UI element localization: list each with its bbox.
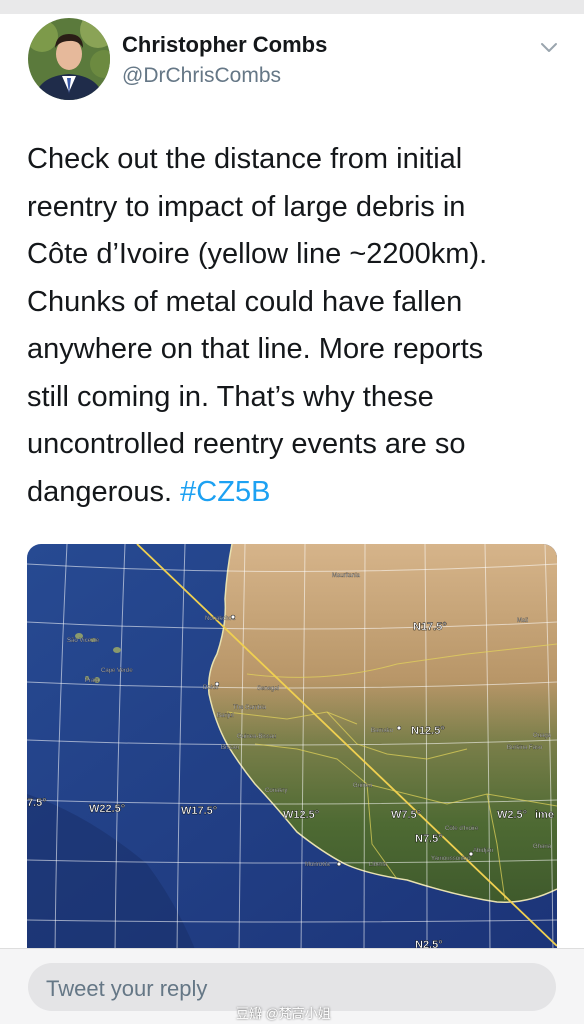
chevron-down-icon[interactable] [538, 36, 560, 58]
map-lat-label: N17.5° [413, 621, 447, 633]
reply-bar: Tweet your reply 豆瓣 @梵高小姐 [0, 948, 584, 1024]
reply-placeholder: Tweet your reply [46, 976, 208, 1001]
map-place-label: Cape Verde [101, 668, 133, 674]
map-place-label: Liberia [369, 862, 388, 868]
tweet-text-last: dangerous. [27, 475, 181, 508]
map-lon-label: W2.5° [497, 809, 527, 821]
map-place-label: Bissau [221, 745, 239, 751]
map-lon-label: W22.5° [89, 803, 125, 815]
map-place-label: Monrovia [305, 862, 330, 868]
tweet-text-line: Check out the distance from initial [27, 143, 463, 175]
tweet-text: Check out the distance from initial reen… [27, 136, 567, 516]
tweet-text-line: Chunks of metal could have fallen [27, 285, 463, 318]
map-place-label: Conakry [265, 788, 287, 794]
top-strip [0, 0, 584, 14]
map-place-label: Ghana [533, 844, 552, 850]
map-place-label: Guinea-Bissau [237, 734, 276, 740]
map-place-label: Ouaga [533, 733, 552, 739]
map-place-label: Yamoussoukro [431, 856, 471, 862]
tweet-text-line: Côte d’Ivoire (yellow line ~2200km). [27, 238, 488, 270]
tweet-text-line: uncontrolled reentry events are so [27, 428, 466, 460]
author-display-name[interactable]: Christopher Combs [122, 32, 327, 58]
map-lat-label: N7.5° [415, 833, 443, 845]
map-place-label: Mali [517, 618, 528, 624]
author-handle[interactable]: @DrChrisCombs [122, 64, 281, 88]
map-place-label: Bamako [371, 728, 394, 734]
map-lon-label: W17.5° [181, 805, 217, 817]
hashtag-link[interactable]: #CZ5B [180, 476, 270, 508]
map-lat-label: N12.5° [411, 725, 445, 737]
map-time-fragment: ime [535, 809, 554, 821]
map-place-label: Senegal [257, 686, 279, 692]
tweet-header: Christopher Combs @DrChrisCombs [0, 14, 584, 114]
avatar[interactable] [28, 18, 110, 100]
map-place-label: Burkina Faso [507, 745, 543, 751]
tweet-text-line: still coming in. That’s why these [27, 380, 434, 413]
watermark: 豆瓣 @梵高小姐 [236, 1006, 331, 1021]
map-place-label: Mauritania [332, 573, 361, 579]
map-place-label: São Vicente [67, 638, 100, 644]
map-place-label: Praia [85, 678, 100, 684]
map-place-label: Banjul [217, 713, 234, 719]
map-lon-label: W7.5° [391, 809, 421, 821]
map-place-label: Guinea [353, 783, 373, 789]
tweet-media-map[interactable]: N17.5° N12.5° N7.5° N2.5° 7.5° W22.5° W1… [27, 544, 557, 954]
tweet-text-line: dangerous. #CZ5B [27, 469, 567, 517]
map-place-label: Abidjan [473, 848, 493, 854]
map-lon-label: W12.5° [283, 809, 319, 821]
map-place-label: Côte d'Ivoire [445, 826, 479, 832]
map-lon-label: 7.5° [27, 797, 47, 809]
tweet-text-line: anywhere on that line. More reports [27, 333, 484, 365]
map-place-label: The Gambia [233, 705, 267, 711]
tweet-text-line: reentry to impact of large debris in [27, 190, 466, 223]
